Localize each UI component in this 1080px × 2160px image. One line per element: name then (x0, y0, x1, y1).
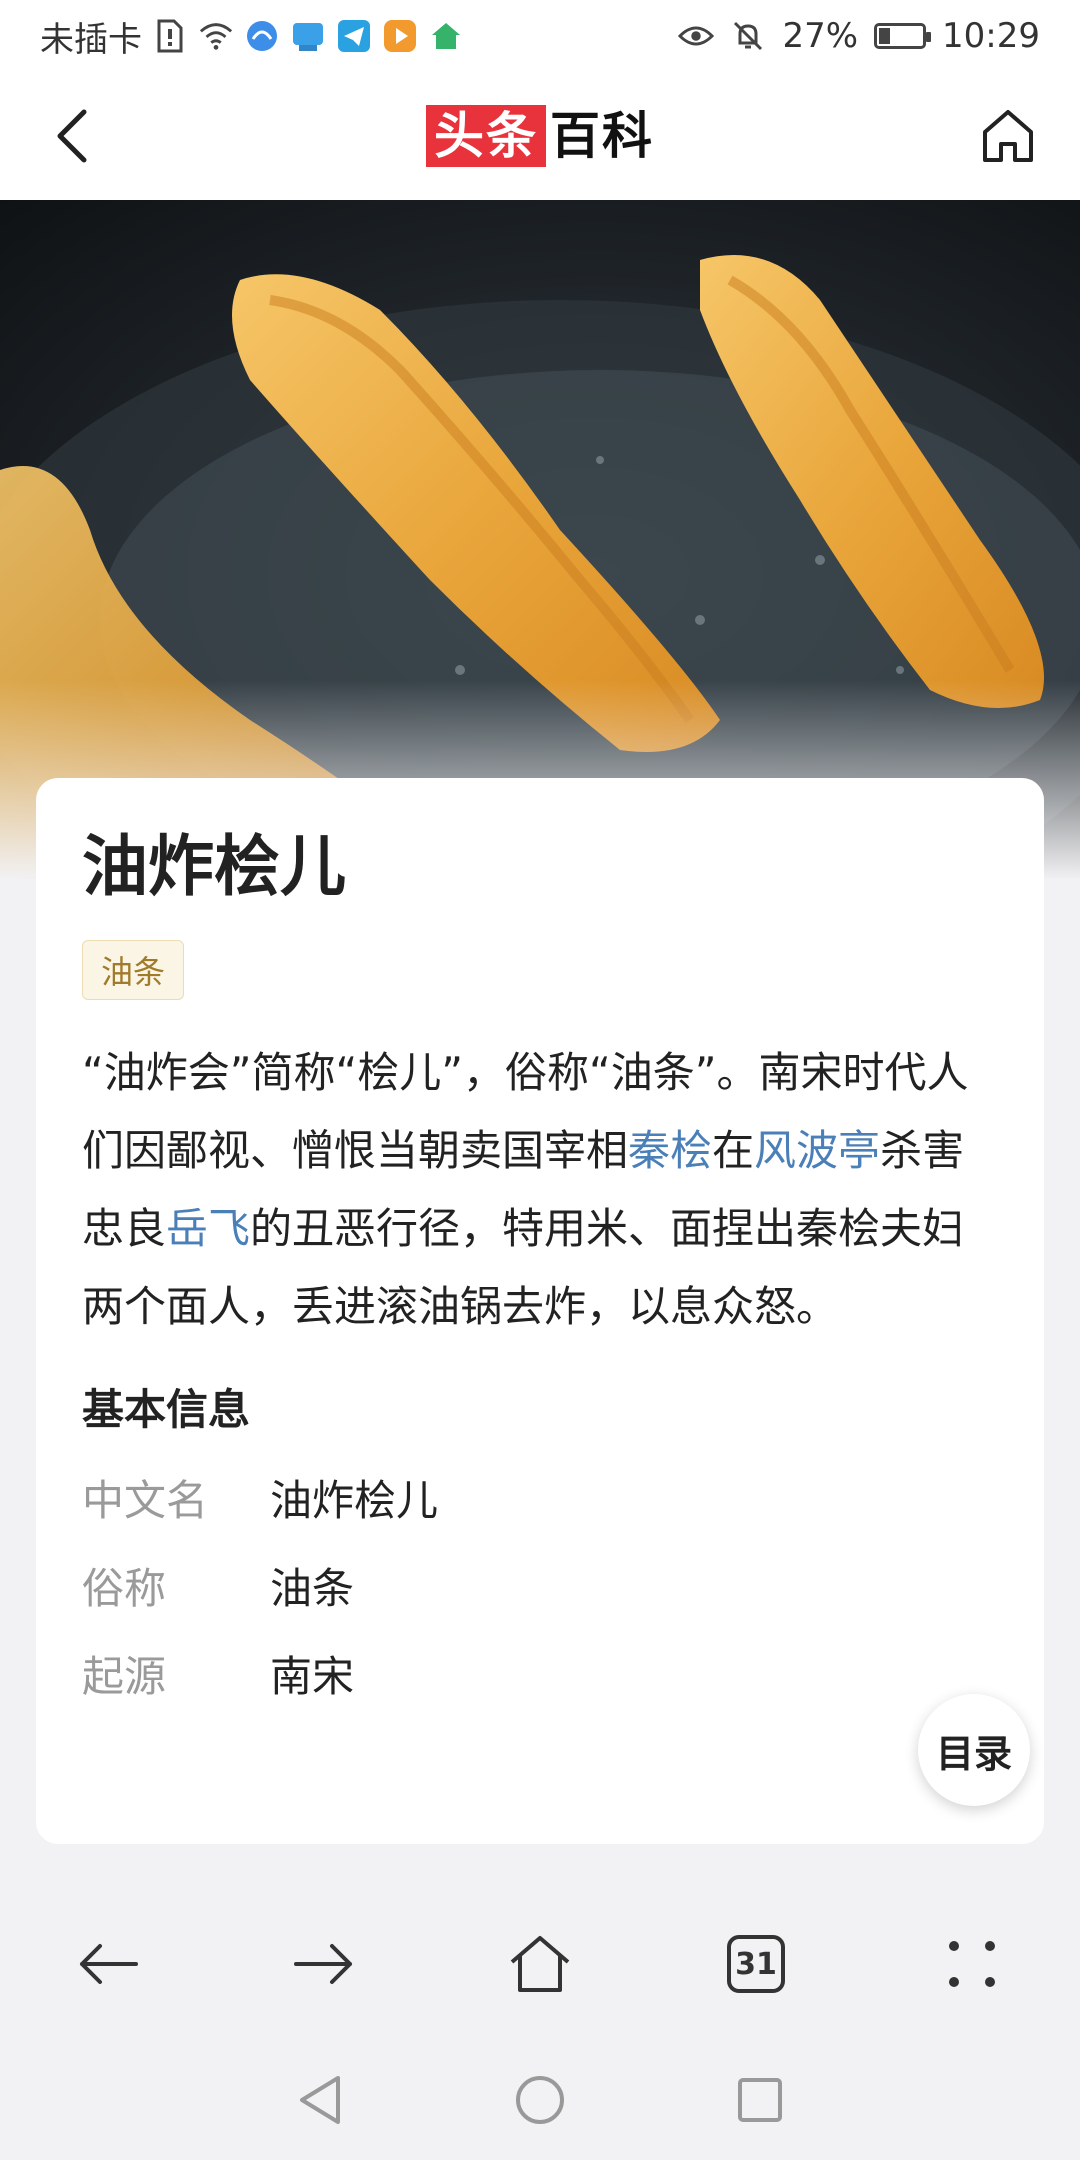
eye-icon (678, 18, 715, 54)
triangle-back-icon (300, 2076, 340, 2124)
article-title: 油炸桧儿 (82, 828, 346, 905)
sim-card-icon (152, 18, 188, 54)
system-home-button[interactable] (514, 2074, 566, 2130)
info-value: 南宋 (270, 1651, 355, 1701)
logo-red-part: 头条 (426, 105, 546, 167)
article-summary: “油炸会”简称“桧儿”，俗称“油条”。南宋时代人们因鄙视、憎恨当朝卖国宰相秦桧在… (82, 1034, 998, 1346)
system-nav-bar (0, 2044, 1080, 2160)
toc-button[interactable]: 目录 (918, 1694, 1030, 1806)
mute-bell-icon (730, 18, 766, 54)
chevron-left-icon (57, 109, 87, 163)
square-recents-icon (738, 2078, 782, 2122)
article-card: 油炸桧儿 油条 “油炸会”简称“桧儿”，俗称“油条”。南宋时代人们因鄙视、憎恨当… (36, 778, 1044, 1844)
browser-back-button[interactable] (63, 1919, 153, 2009)
battery-fill (879, 28, 891, 44)
home-button[interactable] (976, 104, 1040, 168)
arrow-right-icon (294, 1944, 352, 1984)
info-key: 中文名 (82, 1475, 209, 1525)
browser-home-button[interactable] (495, 1919, 585, 2009)
info-row-origin: 起源 南宋 (82, 1629, 998, 1717)
status-left: 未插卡 (40, 12, 678, 61)
homework-app-icon (290, 18, 326, 54)
info-row-chinese-name: 中文名 油炸桧儿 (82, 1453, 998, 1541)
info-key: 起源 (82, 1651, 167, 1701)
logo-black-part: 百科 (550, 107, 654, 165)
tab-count: 31 (727, 1935, 785, 1993)
summary-link[interactable]: 岳飞 (166, 1204, 250, 1253)
circle-home-icon (516, 2076, 564, 2124)
browser-toolbar: 31 (0, 1884, 1080, 2044)
info-value: 油炸桧儿 (270, 1475, 439, 1525)
vip-app-icon (428, 18, 464, 54)
more-dots-icon (949, 1941, 995, 1987)
browser-forward-button[interactable] (279, 1919, 369, 2009)
battery-icon (874, 23, 932, 49)
back-button[interactable] (40, 104, 104, 168)
clock: 10:29 (942, 16, 1040, 56)
home-icon (510, 1936, 570, 1992)
toutiao-baike-logo: 头条 百科 (426, 105, 654, 167)
tabs-button[interactable]: 31 (711, 1919, 801, 2009)
info-value: 油条 (270, 1563, 355, 1613)
summary-link[interactable]: 风波亭 (754, 1126, 880, 1175)
status-right: 27% 10:29 (678, 16, 1040, 56)
basic-info-title: 基本信息 (82, 1385, 251, 1434)
arrow-left-icon (80, 1944, 138, 1984)
status-bar: 未插卡 27% 10:29 (0, 0, 1080, 72)
info-key: 俗称 (82, 1563, 167, 1613)
home-icon (983, 110, 1033, 162)
menu-button[interactable] (927, 1919, 1017, 2009)
alias-tag[interactable]: 油条 (82, 940, 185, 1000)
carrier-text: 未插卡 (40, 19, 142, 60)
summary-link[interactable]: 秦桧 (628, 1126, 712, 1175)
basic-info-table: 中文名 油炸桧儿 俗称 油条 起源 南宋 (82, 1453, 998, 1717)
screen: 未插卡 27% 10:29 头条 百科 油炸桧儿 油条 “油炸会”简称“桧儿”，… (0, 0, 1080, 2160)
telegram-icon (336, 18, 372, 54)
top-nav: 头条 百科 (0, 72, 1080, 200)
video-app-icon (382, 18, 418, 54)
battery-percent: 27% (782, 16, 859, 56)
wifi-icon (198, 18, 234, 54)
system-back-button[interactable] (296, 2074, 344, 2130)
info-row-common-name: 俗称 油条 (82, 1541, 998, 1629)
system-recents-button[interactable] (736, 2076, 784, 2128)
summary-text: 在 (712, 1126, 755, 1175)
app-notification-icon (244, 18, 280, 54)
